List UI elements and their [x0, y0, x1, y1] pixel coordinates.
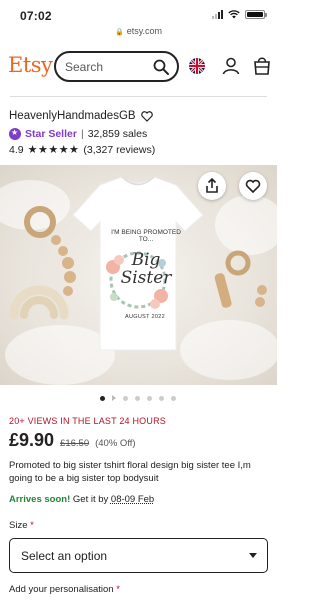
search-input[interactable]: Search: [54, 51, 179, 82]
carousel-dot[interactable]: [147, 395, 152, 401]
share-icon: [206, 177, 218, 193]
search-icon[interactable]: [153, 59, 169, 75]
price-row: £9.90 £16.50 (40% Off): [9, 430, 136, 451]
rainbow-rope-toy: [9, 285, 69, 320]
shopping-bag-icon[interactable]: [253, 56, 271, 75]
size-label-text: Size: [9, 520, 28, 531]
carousel-dot[interactable]: [123, 395, 128, 401]
carousel-dots[interactable]: [100, 395, 176, 401]
views-alert: 20+ VIEWS IN THE LAST 24 HOURS: [9, 416, 166, 426]
arrives-date[interactable]: 08-09 Feb: [111, 494, 154, 505]
listing-title: Promoted to big sister tshirt floral des…: [9, 460, 251, 484]
shirt-text-date: AUGUST 2022: [125, 314, 165, 320]
wooden-beads: [51, 235, 76, 296]
status-time: 07:02: [20, 9, 52, 23]
current-price: £9.90: [9, 430, 55, 450]
status-icons: [212, 10, 267, 19]
url-domain: etsy.com: [126, 26, 163, 36]
arrives-soon-label: Arrives soon!: [9, 494, 71, 505]
original-price: £16.50: [60, 438, 90, 449]
favorite-shop-icon[interactable]: [140, 110, 153, 122]
signal-icon: [212, 10, 223, 19]
wooden-teether: [214, 250, 267, 308]
carousel-dot[interactable]: [159, 395, 164, 401]
sales-count: 32,859 sales: [87, 128, 148, 140]
size-select[interactable]: Select an option: [9, 538, 268, 573]
star-seller-badge[interactable]: Star Seller: [25, 128, 77, 140]
carousel-dot[interactable]: [171, 395, 176, 401]
carousel-next-icon[interactable]: [112, 395, 116, 401]
delivery-estimate: Arrives soon! Get it by 08-09 Feb: [9, 494, 154, 505]
favorite-button[interactable]: [239, 172, 267, 200]
discount-label: (40% Off): [95, 438, 136, 449]
size-label: Size *: [9, 520, 34, 531]
review-count: (3,327 reviews): [83, 143, 156, 156]
separator: |: [80, 128, 84, 140]
seller-row: Star Seller | 32,859 sales: [9, 128, 147, 140]
url-bar[interactable]: 🔒 etsy.com: [0, 26, 277, 36]
etsy-logo[interactable]: Etsy: [8, 53, 53, 77]
heart-icon: [245, 179, 261, 194]
size-select-value: Select an option: [21, 549, 108, 563]
divider: [10, 96, 267, 97]
arrives-text: Get it by: [72, 494, 109, 505]
shop-name[interactable]: HeavenlyHandmadesGB: [9, 110, 136, 122]
chevron-down-icon: [249, 553, 257, 558]
rating-row[interactable]: 4.9 ★★★★★ (3,327 reviews): [9, 143, 156, 157]
share-button[interactable]: [198, 172, 226, 200]
wifi-icon: [228, 10, 240, 19]
shirt-text-big: Big Sister: [120, 250, 172, 288]
shirt-text-line: I'M BEING PROMOTED TO...: [111, 229, 181, 243]
star-rating-icon: ★★★★★: [27, 144, 80, 156]
personalisation-label: Add your personalisation *: [9, 584, 120, 595]
personalisation-label-text: Add your personalisation: [9, 584, 114, 595]
search-placeholder: Search: [65, 60, 104, 74]
carousel-dot[interactable]: [135, 395, 140, 401]
required-mark: *: [116, 584, 120, 595]
uk-flag-icon[interactable]: [189, 58, 205, 74]
site-header: Etsy Search: [0, 48, 277, 86]
shop-name-row: HeavenlyHandmadesGB: [9, 110, 153, 122]
carousel-dot[interactable]: [100, 395, 105, 401]
battery-icon: [245, 10, 267, 19]
required-mark: *: [30, 520, 34, 531]
user-icon[interactable]: [222, 57, 240, 75]
lock-icon: 🔒: [114, 29, 124, 36]
rating-value: 4.9: [9, 143, 24, 156]
star-seller-icon: [9, 128, 21, 140]
